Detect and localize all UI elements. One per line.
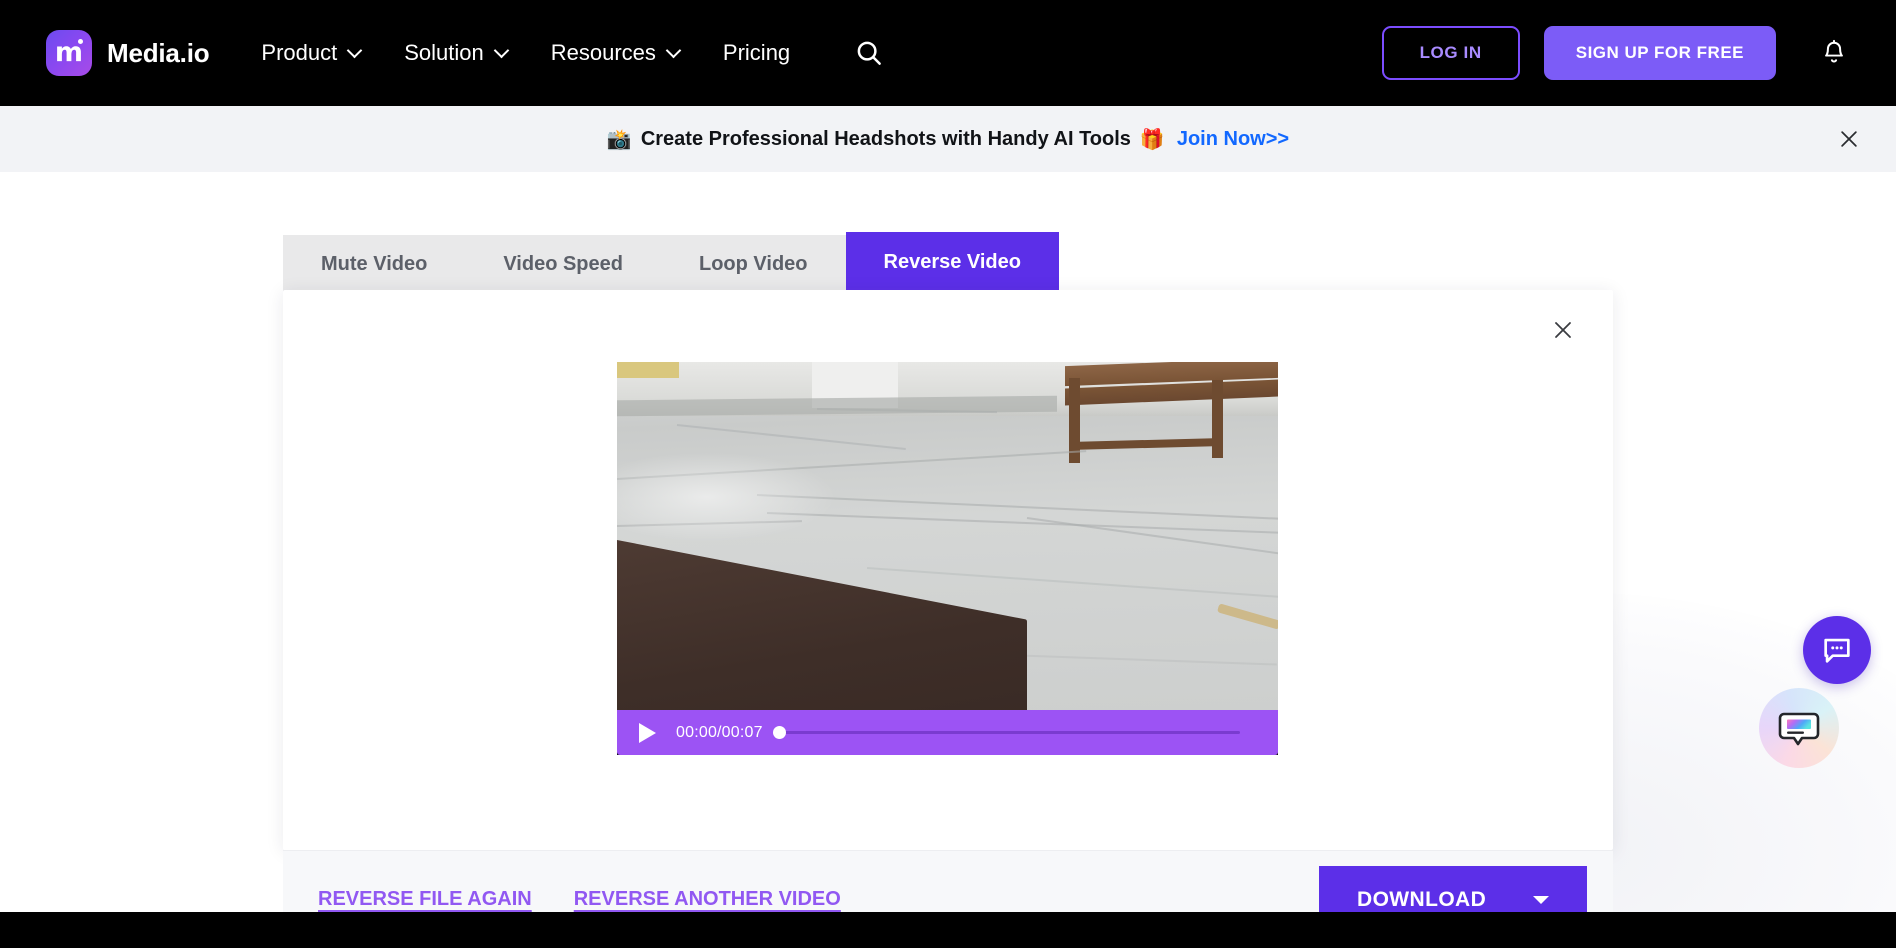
video-floor-glare xyxy=(617,452,837,542)
promo-banner-content: 📸 Create Professional Headshots with Han… xyxy=(607,127,1289,152)
bottom-black-bar xyxy=(0,912,1896,948)
brand-name: Media.io xyxy=(107,37,210,68)
tab-mute-video[interactable]: Mute Video xyxy=(283,235,466,293)
nav-item-solution-label: Solution xyxy=(404,40,484,65)
signup-button[interactable]: SIGN UP FOR FREE xyxy=(1543,26,1776,80)
tab-loop-video[interactable]: Loop Video xyxy=(660,235,846,293)
card-close-icon[interactable] xyxy=(1545,312,1581,348)
download-button-label: DOWNLOAD xyxy=(1357,888,1487,911)
nav-item-product-label: Product xyxy=(261,40,338,65)
chevron-down-icon xyxy=(346,42,363,59)
player-time-label: 00:00/00:07 xyxy=(676,723,763,741)
video-preview-frame xyxy=(617,362,1278,710)
video-wall-accent xyxy=(617,362,679,378)
reverse-another-video-link[interactable]: REVERSE ANOTHER VIDEO xyxy=(574,888,841,911)
reverse-file-again-link[interactable]: REVERSE FILE AGAIN xyxy=(318,888,532,911)
player-seek-handle[interactable] xyxy=(772,726,786,739)
brand-logo[interactable]: m Media.io xyxy=(46,30,210,76)
header-actions: LOG IN SIGN UP FOR FREE xyxy=(1381,0,1896,106)
promo-banner-link[interactable]: Join Now>> xyxy=(1177,128,1289,151)
chat-bubble-icon[interactable] xyxy=(1803,616,1871,684)
promo-banner: 📸 Create Professional Headshots with Han… xyxy=(0,106,1896,172)
video-player[interactable]: 00:00/00:07 xyxy=(617,362,1278,755)
video-floor-vein xyxy=(1026,517,1278,556)
video-bench-leg-right xyxy=(1212,380,1223,458)
nav-item-pricing-label: Pricing xyxy=(722,40,791,65)
camera-emoji-icon: 📸 xyxy=(606,128,632,151)
logo-m-glyph: m xyxy=(54,36,84,68)
logo-dot xyxy=(78,39,83,44)
nav-item-product[interactable]: Product xyxy=(261,40,363,66)
search-icon[interactable] xyxy=(854,38,884,68)
play-icon[interactable] xyxy=(639,722,656,743)
tab-video-speed[interactable]: Video Speed xyxy=(465,235,661,293)
tab-reverse-video[interactable]: Reverse Video xyxy=(845,232,1059,293)
banner-close-icon[interactable] xyxy=(1832,122,1866,156)
video-bench-rail xyxy=(1069,437,1223,451)
nav-item-pricing[interactable]: Pricing xyxy=(723,40,790,66)
tool-tabs: Mute Video Video Speed Loop Video Revers… xyxy=(283,232,1059,293)
result-card: 00:00/00:07 xyxy=(283,290,1613,850)
chevron-down-icon xyxy=(493,42,510,59)
gift-emoji-icon: 🎁 xyxy=(1139,128,1165,151)
bell-icon[interactable] xyxy=(1820,39,1848,67)
ai-assistant-icon[interactable] xyxy=(1759,688,1839,768)
chevron-down-icon[interactable] xyxy=(1533,896,1549,904)
player-controls: 00:00/00:07 xyxy=(617,710,1278,755)
video-table-corner xyxy=(617,538,1027,710)
main-nav: Product Solution Resources Pricing xyxy=(261,38,884,68)
main-stage: Mute Video Video Speed Loop Video Revers… xyxy=(0,172,1896,948)
chevron-down-icon xyxy=(665,42,682,59)
login-button[interactable]: LOG IN xyxy=(1381,26,1520,80)
promo-banner-text: Create Professional Headshots with Handy… xyxy=(640,127,1131,150)
video-wooden-stick xyxy=(1216,603,1278,630)
nav-item-resources-label: Resources xyxy=(550,40,656,65)
video-floor-vein xyxy=(866,567,1278,599)
nav-item-solution[interactable]: Solution xyxy=(404,40,510,66)
video-floor-vein xyxy=(676,424,906,451)
player-seek-bar[interactable] xyxy=(772,724,1240,742)
nav-item-resources[interactable]: Resources xyxy=(550,40,682,66)
player-seek-track xyxy=(781,731,1240,734)
site-header: m Media.io Product Solution Resources Pr… xyxy=(0,0,1896,106)
media-io-logo-icon: m xyxy=(46,30,92,76)
